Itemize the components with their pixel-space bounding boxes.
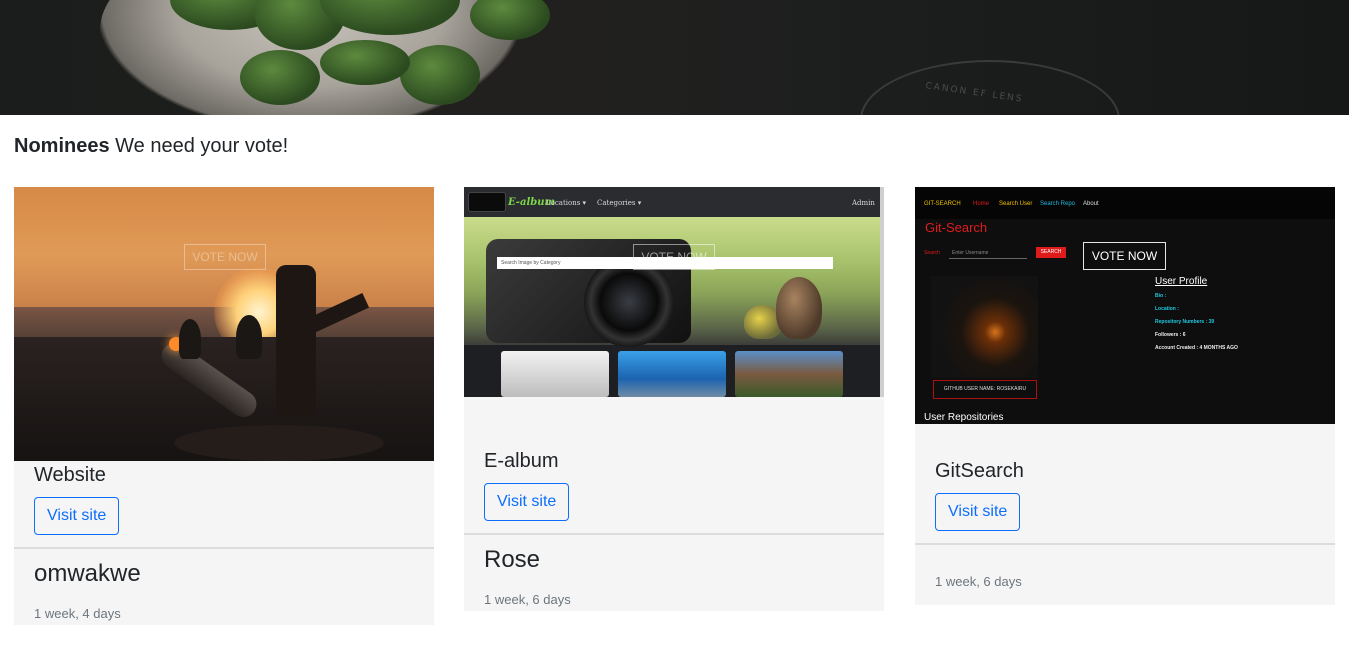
thumbnail: [735, 351, 843, 397]
nav-categories: Categories ▾: [597, 199, 642, 207]
project-title: Website: [34, 464, 106, 486]
project-title: GitSearch: [935, 460, 1024, 482]
person-silhouette: [236, 315, 262, 359]
username-input: Enter Username: [949, 247, 1027, 259]
thumbnail: [501, 351, 609, 397]
thumbnail: [618, 351, 726, 397]
hero-banner: CANON EF LENS: [0, 0, 1349, 115]
nav-search-user: Search User: [999, 201, 1033, 207]
heading-subtitle: We need your vote!: [109, 135, 289, 157]
leaf: [240, 50, 320, 105]
logo-icon: [468, 192, 506, 212]
owner-name: Rose: [484, 546, 541, 573]
nominee-card: VOTE NOW Website Visit site omwakwe 1 we…: [14, 187, 434, 625]
nav-locations: Locations ▾: [546, 199, 587, 207]
leaf: [400, 45, 480, 105]
vote-now-overlay[interactable]: VOTE NOW: [633, 244, 715, 270]
nav-about: About: [1083, 201, 1099, 207]
nav-brand: GIT-SEARCH: [924, 201, 961, 207]
tree-stump: [276, 265, 316, 415]
vote-now-button[interactable]: VOTE NOW: [1083, 242, 1166, 270]
github-username-label: GITHUB USER NAME: ROSEKAIRU: [933, 380, 1037, 399]
visit-site-button[interactable]: Visit site: [34, 497, 120, 535]
posted-time: 1 week, 4 days: [34, 606, 121, 621]
user-repositories-heading: User Repositories: [924, 412, 1004, 423]
posted-time: 1 week, 6 days: [484, 592, 571, 607]
nominee-card: E-album Locations ▾ Categories ▾ Admin S…: [464, 187, 884, 611]
leaf: [320, 40, 410, 85]
nav-admin: Admin: [852, 199, 875, 207]
nominee-card: GIT-SEARCH Home Search User Search Repo …: [915, 187, 1335, 605]
posted-time: 1 week, 6 days: [935, 574, 1022, 589]
visit-site-button[interactable]: Visit site: [935, 493, 1021, 531]
profile-image: [931, 276, 1038, 378]
navbar: GIT-SEARCH Home Search User Search Repo …: [915, 187, 1335, 219]
location-field: Location :: [1155, 306, 1179, 312]
owner-name: omwakwe: [34, 560, 141, 587]
card-screenshot[interactable]: GIT-SEARCH Home Search User Search Repo …: [915, 187, 1335, 424]
scrollbar: [880, 187, 884, 397]
search-label: Search: [924, 250, 940, 256]
navbar: E-album Locations ▾ Categories ▾ Admin: [464, 187, 884, 217]
nav-home: Home: [973, 201, 990, 207]
visit-site-button[interactable]: Visit site: [484, 483, 570, 521]
followers-field: Followers : 6: [1155, 332, 1186, 338]
nav-search-repo: Search Repo: [1040, 201, 1076, 207]
created-field: Account Created : 4 MONTHS AGO: [1155, 345, 1238, 351]
stone-wall: [174, 425, 384, 461]
lens-ring: [860, 60, 1120, 115]
bird: [776, 277, 822, 339]
page-heading: Nominees We need your vote!: [14, 135, 288, 158]
vote-now-overlay[interactable]: VOTE NOW: [184, 244, 266, 270]
person-silhouette: [179, 319, 201, 359]
repo-count-field: Repository Numbers : 39: [1155, 319, 1215, 325]
card-screenshot[interactable]: E-album Locations ▾ Categories ▾ Admin S…: [464, 187, 884, 397]
search-button: SEARCH: [1036, 247, 1066, 258]
bio-field: Bio :: [1155, 293, 1167, 299]
card-screenshot[interactable]: VOTE NOW: [14, 187, 434, 461]
user-profile-heading: User Profile: [1155, 276, 1208, 287]
project-title: E-album: [484, 450, 559, 472]
app-title: Git-Search: [925, 220, 988, 235]
heading-bold: Nominees: [14, 135, 110, 157]
camera-lens: [584, 257, 674, 347]
